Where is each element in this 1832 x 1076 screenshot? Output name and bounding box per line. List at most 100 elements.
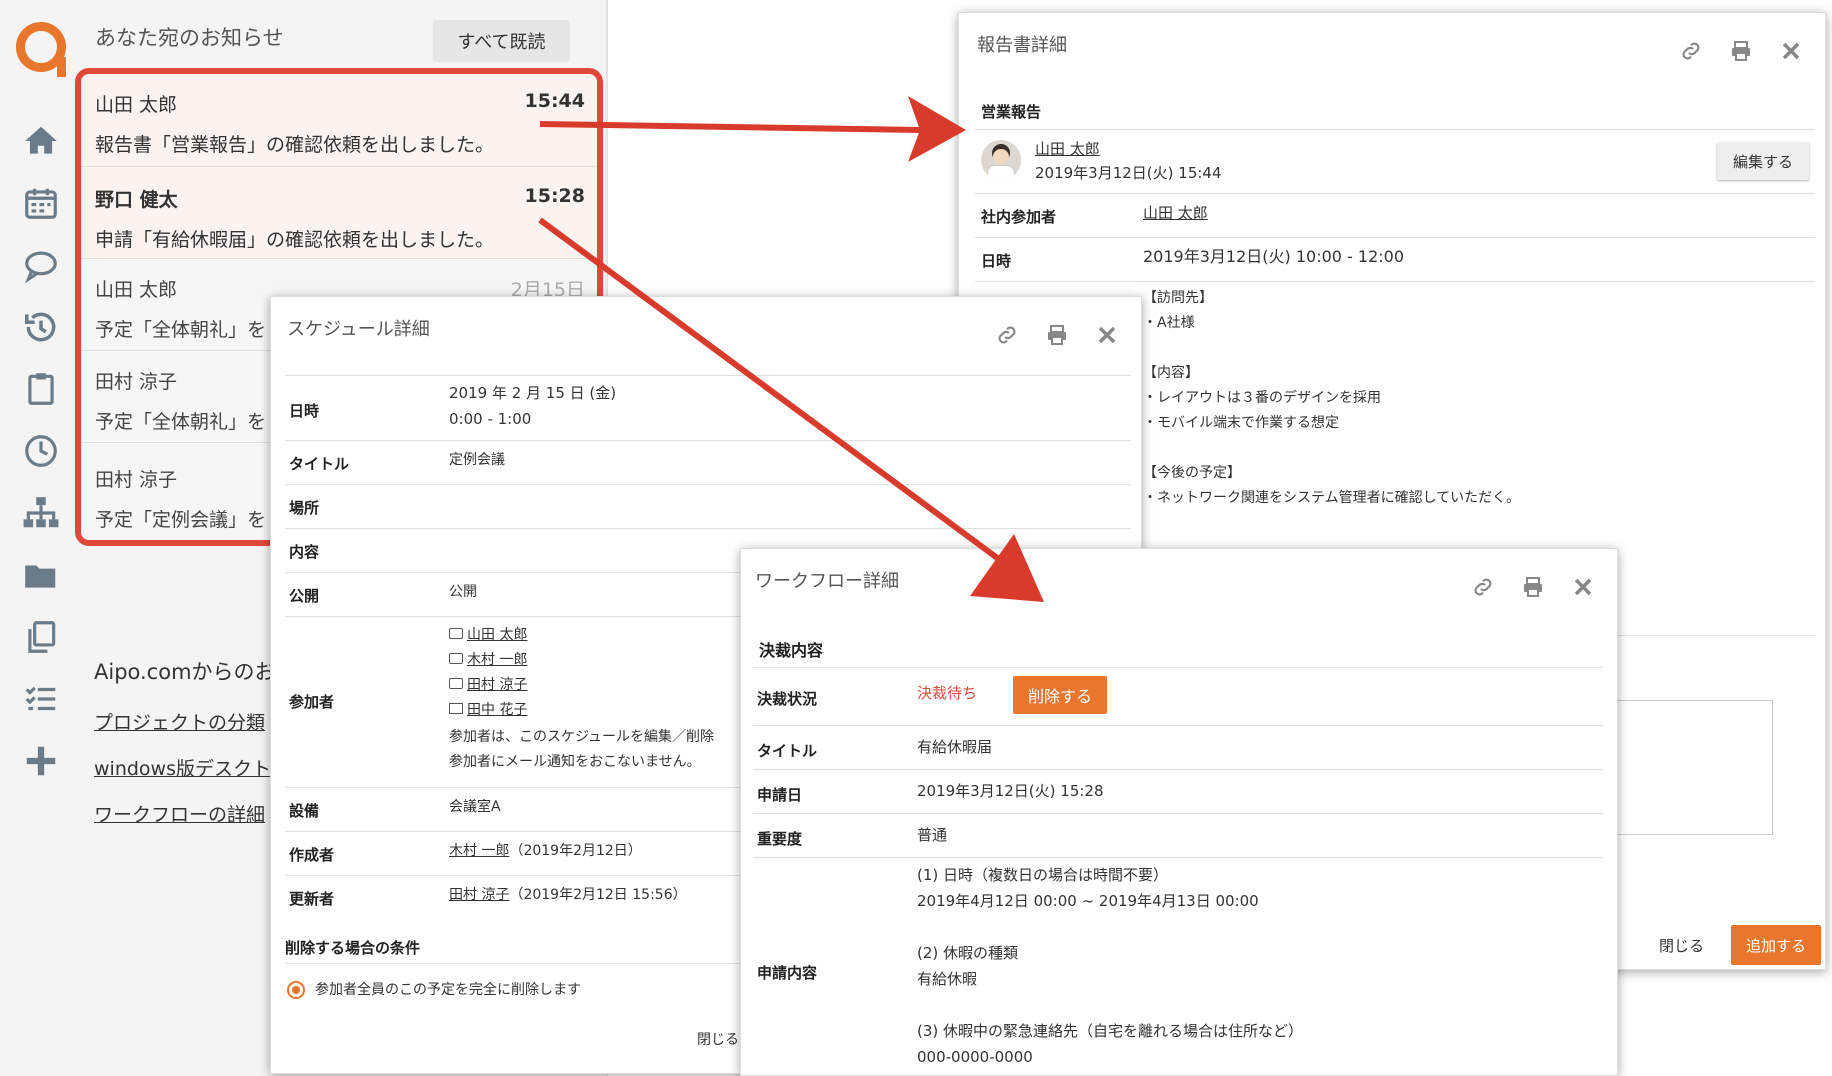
notification-message: 予定「定例会議」を [95,509,267,531]
workflow-content: (1) 日時（複数日の場合は時間不要） 2019年4月12日 00:00 ~ 2… [917,866,1304,1066]
workflow-status-row: 決裁状況 決裁待ち 削除する [753,667,1603,714]
mail-icon [449,703,463,714]
org-chart-icon[interactable] [18,490,64,536]
creator-link[interactable]: 木村 一郎 [449,843,509,859]
field-label: タイトル [757,742,818,760]
workflow-date-value: 2019年3月12日(火) 15:28 [917,782,1104,800]
field-label: 社内参加者 [981,208,1057,226]
field-label: 内容 [289,543,320,561]
notification-message: 予定「全体朝礼」を [95,411,267,433]
schedule-public-value: 公開 [449,584,477,600]
report-participants-row: 社内参加者 山田 太郎 [975,193,1815,226]
plus-icon[interactable] [18,738,64,784]
workflow-priority-value: 普通 [917,826,948,844]
close-icon[interactable] [1571,575,1595,599]
updater-link[interactable]: 田村 涼子 [449,887,509,903]
report-datetime: 2019年3月12日(火) 10:00 - 12:00 [1143,247,1404,266]
add-button[interactable]: 追加する [1731,925,1821,965]
report-author[interactable]: 山田 太郎 [1035,136,1100,162]
schedule-title-row: タイトル 定例会議 [285,440,1131,473]
attendee-item[interactable]: 田村 涼子 [449,673,714,698]
workflow-title-value: 有給休暇届 [917,738,993,756]
user-icon [449,628,463,639]
attendee-name[interactable]: 田中 花子 [467,702,527,718]
mark-all-read-button[interactable]: すべて既読 [433,20,570,62]
chat-icon[interactable] [18,242,64,288]
delete-button[interactable]: 削除する [1013,676,1107,714]
attendee-name[interactable]: 木村 一郎 [467,652,527,668]
link-icon[interactable] [1471,575,1495,599]
workflow-detail-modal: ワークフロー詳細 決裁内容 決裁状況 決裁待ち 削除する タイトル 有給休暇届 … [740,548,1618,1076]
report-posted-date: 2019年3月12日(火) 15:44 [1035,164,1222,182]
updater-date: （2019年2月12日 15:56） [509,887,687,903]
workflow-content-row: 申請内容 (1) 日時（複数日の場合は時間不要） 2019年4月12日 00:0… [753,857,1603,1066]
schedule-title-value: 定例会議 [449,452,505,468]
modal-title: ワークフロー詳細 [755,571,899,592]
copy-icon[interactable] [18,614,64,660]
aipo-logo[interactable] [16,22,66,77]
field-label: 設備 [289,802,320,820]
folder-icon[interactable] [18,552,64,598]
attendee-note: 参加者にメール通知をおこないません。 [449,754,701,770]
notification-sender: 田村 涼子 [95,469,178,491]
aipo-news-link[interactable]: ワークフローの詳細 [94,800,265,827]
schedule-content-row: 内容 [285,528,1131,561]
list-item[interactable]: 山田 太郎 15:44 報告書「営業報告」の確認依頼を出しました。 [81,74,597,166]
attendee-name[interactable]: 田村 涼子 [467,677,527,693]
attendee-name[interactable]: 山田 太郎 [467,627,527,643]
close-button[interactable]: 閉じる [1659,933,1704,959]
attendee-list: 山田 太郎 木村 一郎 田村 涼子 田中 花子 参加者は、このスケジュールを編集… [449,623,714,775]
notification-sender: 田村 涼子 [95,371,178,393]
print-icon[interactable] [1521,575,1545,599]
schedule-date-row: 日時 2019 年 2 月 15 日 (金) 0:00 - 1:00 [285,375,1131,428]
close-icon[interactable] [1095,323,1119,347]
attendee-note: 参加者は、このスケジュールを編集／削除 [449,729,715,745]
schedule-date: 2019 年 2 月 15 日 (金) [449,384,617,402]
attendee-item[interactable]: 山田 太郎 [449,623,714,648]
modal-title: スケジュール詳細 [287,319,430,340]
link-icon[interactable] [995,323,1019,347]
workflow-priority-row: 重要度 普通 [753,813,1603,848]
edit-button[interactable]: 編集する [1717,142,1809,180]
notification-time: 15:28 [524,185,585,207]
workflow-section-title: 決裁内容 [759,641,824,660]
delete-option-label: 参加者全員のこの予定を完全に削除します [315,982,581,998]
clipboard-icon[interactable] [18,366,64,412]
close-icon[interactable] [1779,39,1803,63]
user-icon [449,653,463,664]
notification-sender: 野口 健太 [95,189,178,211]
notification-sender: 山田 太郎 [95,94,178,116]
attendee-item[interactable]: 木村 一郎 [449,648,714,673]
notification-time: 15:44 [524,90,585,112]
list-icon[interactable] [18,676,64,722]
field-label: 申請内容 [757,964,818,982]
attendee-item[interactable]: 田中 花子 [449,698,714,723]
notification-message: 予定「全体朝礼」を [95,319,267,341]
notification-title: あなた宛のお知らせ [95,26,284,50]
report-section-title: 営業報告 [981,103,1042,121]
notification-sender: 山田 太郎 [95,279,178,301]
close-button[interactable]: 閉じる [697,1027,739,1053]
aipo-news-link[interactable]: プロジェクトの分類 [94,708,265,735]
list-item[interactable]: 野口 健太 15:28 申請「有給休暇届」の確認依頼を出しました。 [81,166,597,258]
print-icon[interactable] [1045,323,1069,347]
report-body-row: 【訪問先】 ・A社様 【内容】 ・レイアウトは３番のデザインを採用 ・モバイル端… [975,281,1815,506]
field-label: 場所 [289,499,320,517]
modal-title: 報告書詳細 [977,35,1067,56]
report-participant-link[interactable]: 山田 太郎 [1143,200,1208,226]
field-label: 決裁状況 [757,690,818,708]
status-badge: 決裁待ち [917,684,978,702]
home-icon[interactable] [18,118,64,164]
delete-condition-title: 削除する場合の条件 [285,939,421,957]
aipo-news-title: Aipo.comからのお [94,660,276,684]
field-label: 参加者 [289,693,335,711]
link-icon[interactable] [1679,39,1703,63]
field-label: 日時 [289,402,320,420]
clock-icon[interactable] [18,428,64,474]
calendar-icon[interactable] [18,180,64,226]
delete-option-radio[interactable] [287,981,305,999]
aipo-news-link[interactable]: windows版デスクト [94,754,271,781]
history-icon[interactable] [18,304,64,350]
print-icon[interactable] [1729,39,1753,63]
field-label: タイトル [289,455,350,473]
